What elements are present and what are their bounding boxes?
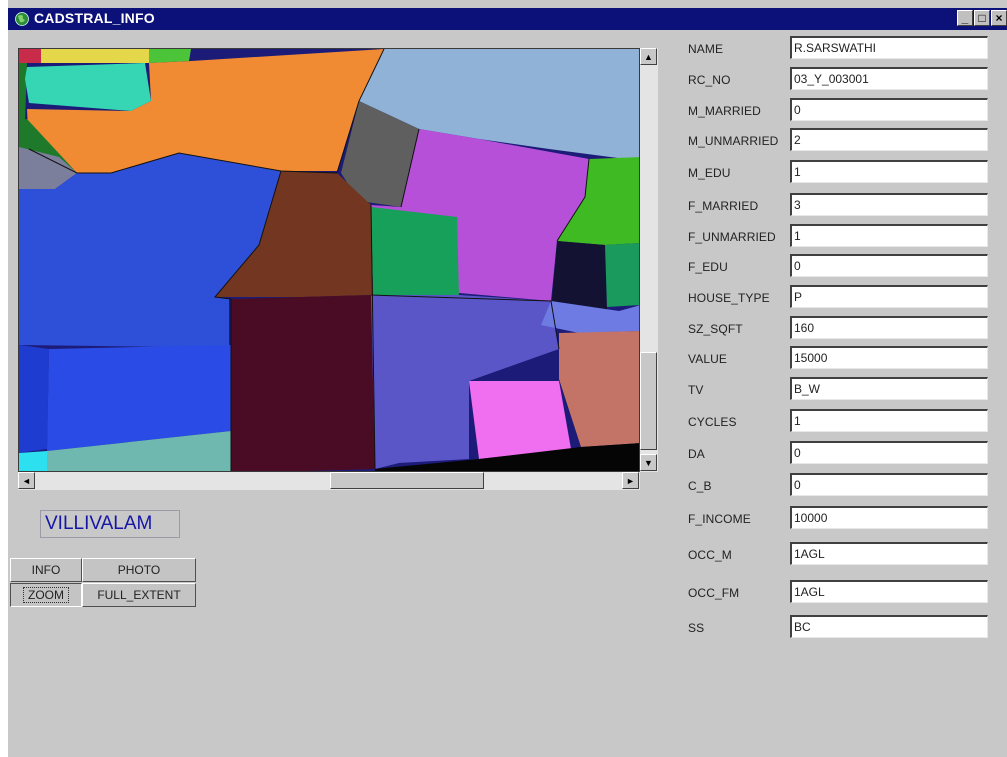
zoom-button[interactable]: ZOOM (10, 583, 82, 607)
window-title: CADSTRAL_INFO (34, 10, 155, 26)
window-left-edge (0, 0, 8, 757)
full-extent-button[interactable]: FULL_EXTENT (82, 583, 196, 607)
field-label: F_INCOME (688, 512, 751, 526)
form-row-house-type: HOUSE_TYPE P (688, 285, 993, 311)
form-row-f-unmarried: F_UNMARRIED 1 (688, 224, 993, 250)
form-row-f-edu: F_EDU 0 (688, 254, 993, 280)
zoom-button-label: ZOOM (23, 587, 69, 603)
map-parcels[interactable] (19, 49, 640, 472)
form-row-occ-m: OCC_M 1AGL (688, 542, 993, 568)
scroll-left-arrow-icon[interactable]: ◄ (18, 472, 35, 489)
field-label: VALUE (688, 352, 727, 366)
field-label: HOUSE_TYPE (688, 291, 770, 305)
field-label: CYCLES (688, 415, 737, 429)
form-row-cycles: CYCLES 1 (688, 409, 993, 435)
vertical-scroll-thumb[interactable] (640, 352, 657, 450)
village-name-label: VILLIVALAM (40, 510, 180, 538)
m-edu-field[interactable]: 1 (790, 160, 988, 183)
parcel[interactable] (41, 49, 149, 63)
sz-sqft-field[interactable]: 160 (790, 316, 988, 339)
parcel[interactable] (605, 243, 640, 307)
form-row-c-b: C_B 0 (688, 473, 993, 499)
title-bar[interactable]: CADSTRAL_INFO _ □ × (8, 8, 1007, 30)
map-vertical-scrollbar[interactable]: ▲ ▼ (640, 48, 658, 472)
form-row-m-edu: M_EDU 1 (688, 160, 993, 186)
field-label: F_MARRIED (688, 199, 759, 213)
f-married-field[interactable]: 3 (790, 193, 988, 216)
field-label: M_EDU (688, 166, 731, 180)
form-row-tv: TV B_W (688, 377, 993, 403)
form-row-da: DA 0 (688, 441, 993, 467)
m-married-field[interactable]: 0 (790, 98, 988, 121)
parcel[interactable] (19, 345, 49, 453)
field-label: NAME (688, 42, 724, 56)
field-label: M_UNMARRIED (688, 134, 779, 148)
c-b-field[interactable]: 0 (790, 473, 988, 496)
form-row-m-married: M_MARRIED 0 (688, 98, 993, 124)
scrollbar-corner (640, 472, 658, 490)
name-field[interactable]: R.SARSWATHI (790, 36, 988, 59)
form-row-occ-fm: OCC_FM 1AGL (688, 580, 993, 606)
cycles-field[interactable]: 1 (790, 409, 988, 432)
field-label: M_MARRIED (688, 104, 761, 118)
cadastral-map[interactable] (18, 48, 640, 472)
field-label: TV (688, 383, 704, 397)
scroll-down-arrow-icon[interactable]: ▼ (640, 454, 657, 471)
occ-m-field[interactable]: 1AGL (790, 542, 988, 565)
scroll-up-arrow-icon[interactable]: ▲ (640, 48, 657, 65)
parcel[interactable] (469, 381, 571, 459)
field-label: SS (688, 621, 705, 635)
field-label: DA (688, 447, 705, 461)
map-horizontal-scrollbar[interactable]: ◄ ► (18, 472, 640, 490)
maximize-button[interactable]: □ (974, 10, 990, 26)
value-field[interactable]: 15000 (790, 346, 988, 369)
form-row-ss: SS BC (688, 615, 993, 641)
parcel[interactable] (371, 207, 459, 297)
parcel[interactable] (19, 49, 41, 63)
field-label: OCC_FM (688, 586, 740, 600)
form-row-value: VALUE 15000 (688, 346, 993, 372)
minimize-button[interactable]: _ (957, 10, 973, 26)
parcel[interactable] (231, 295, 375, 472)
scroll-right-arrow-icon[interactable]: ► (622, 472, 639, 489)
parcel[interactable] (551, 241, 607, 311)
field-label: RC_NO (688, 73, 731, 87)
f-unmarried-field[interactable]: 1 (790, 224, 988, 247)
ss-field[interactable]: BC (790, 615, 988, 638)
f-income-field[interactable]: 10000 (790, 506, 988, 529)
form-row-f-income: F_INCOME 10000 (688, 506, 993, 532)
parcel[interactable] (25, 63, 151, 111)
rc-no-field[interactable]: 03_Y_003001 (790, 67, 988, 90)
form-row-rc-no: RC_NO 03_Y_003001 (688, 67, 993, 93)
field-label: SZ_SQFT (688, 322, 743, 336)
app-globe-icon (15, 12, 29, 26)
field-label: F_EDU (688, 260, 728, 274)
da-field[interactable]: 0 (790, 441, 988, 464)
f-edu-field[interactable]: 0 (790, 254, 988, 277)
form-row-name: NAME R.SARSWATHI (688, 36, 993, 62)
close-button[interactable]: × (991, 10, 1007, 26)
m-unmarried-field[interactable]: 2 (790, 128, 988, 151)
house-type-field[interactable]: P (790, 285, 988, 308)
photo-button[interactable]: PHOTO (82, 558, 196, 582)
info-button[interactable]: INFO (10, 558, 82, 582)
form-row-sz-sqft: SZ_SQFT 160 (688, 316, 993, 342)
form-row-f-married: F_MARRIED 3 (688, 193, 993, 219)
field-label: C_B (688, 479, 712, 493)
form-row-m-unmarried: M_UNMARRIED 2 (688, 128, 993, 154)
field-label: OCC_M (688, 548, 732, 562)
parcel[interactable] (149, 49, 191, 63)
parcel[interactable] (19, 451, 47, 472)
field-label: F_UNMARRIED (688, 230, 776, 244)
horizontal-scroll-thumb[interactable] (330, 472, 484, 489)
tv-field[interactable]: B_W (790, 377, 988, 400)
occ-fm-field[interactable]: 1AGL (790, 580, 988, 603)
